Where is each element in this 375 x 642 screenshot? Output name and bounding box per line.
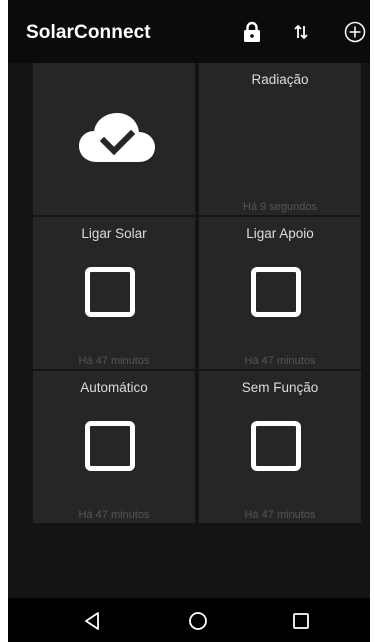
- home-circle-icon[interactable]: [184, 607, 212, 635]
- checkbox[interactable]: [85, 421, 135, 471]
- back-triangle-icon[interactable]: [78, 607, 106, 635]
- tile-title: Radiação: [251, 72, 309, 87]
- tile-timestamp: Há 47 minutos: [78, 509, 150, 521]
- tile-sem-funcao[interactable]: Sem Função Há 47 minutos: [199, 371, 361, 523]
- tile-timestamp: Há 47 minutos: [244, 355, 316, 367]
- device-screen: SolarConnect Radiação Há 9 segundos Liga…: [8, 0, 370, 642]
- system-navigation-bar: [8, 598, 370, 642]
- tile-timestamp: Há 47 minutos: [244, 509, 316, 521]
- checkbox[interactable]: [251, 267, 301, 317]
- dashboard-grid: Radiação Há 9 segundos Ligar Solar Há 47…: [8, 63, 370, 598]
- tile-timestamp: Há 47 minutos: [78, 355, 150, 367]
- tile-title: Ligar Solar: [81, 226, 147, 241]
- app-title: SolarConnect: [26, 22, 151, 43]
- checkbox[interactable]: [251, 421, 301, 471]
- add-circle-icon[interactable]: [343, 20, 367, 44]
- tile-connection-status[interactable]: [33, 63, 195, 215]
- tile-ligar-solar[interactable]: Ligar Solar Há 47 minutos: [33, 217, 195, 369]
- checkbox[interactable]: [85, 267, 135, 317]
- lock-icon[interactable]: [240, 20, 264, 44]
- recents-square-icon[interactable]: [287, 607, 315, 635]
- tile-title: Automático: [80, 380, 148, 395]
- tile-title: Sem Função: [241, 380, 319, 395]
- tile-radiacao[interactable]: Radiação Há 9 segundos: [199, 63, 361, 215]
- sort-arrows-icon[interactable]: [289, 20, 313, 44]
- tile-timestamp: Há 9 segundos: [243, 201, 317, 213]
- app-bar: SolarConnect: [8, 0, 370, 63]
- tile-ligar-apoio[interactable]: Ligar Apoio Há 47 minutos: [199, 217, 361, 369]
- tile-automatico[interactable]: Automático Há 47 minutos: [33, 371, 195, 523]
- cloud-check-icon: [79, 113, 155, 162]
- tile-title: Ligar Apoio: [246, 226, 314, 241]
